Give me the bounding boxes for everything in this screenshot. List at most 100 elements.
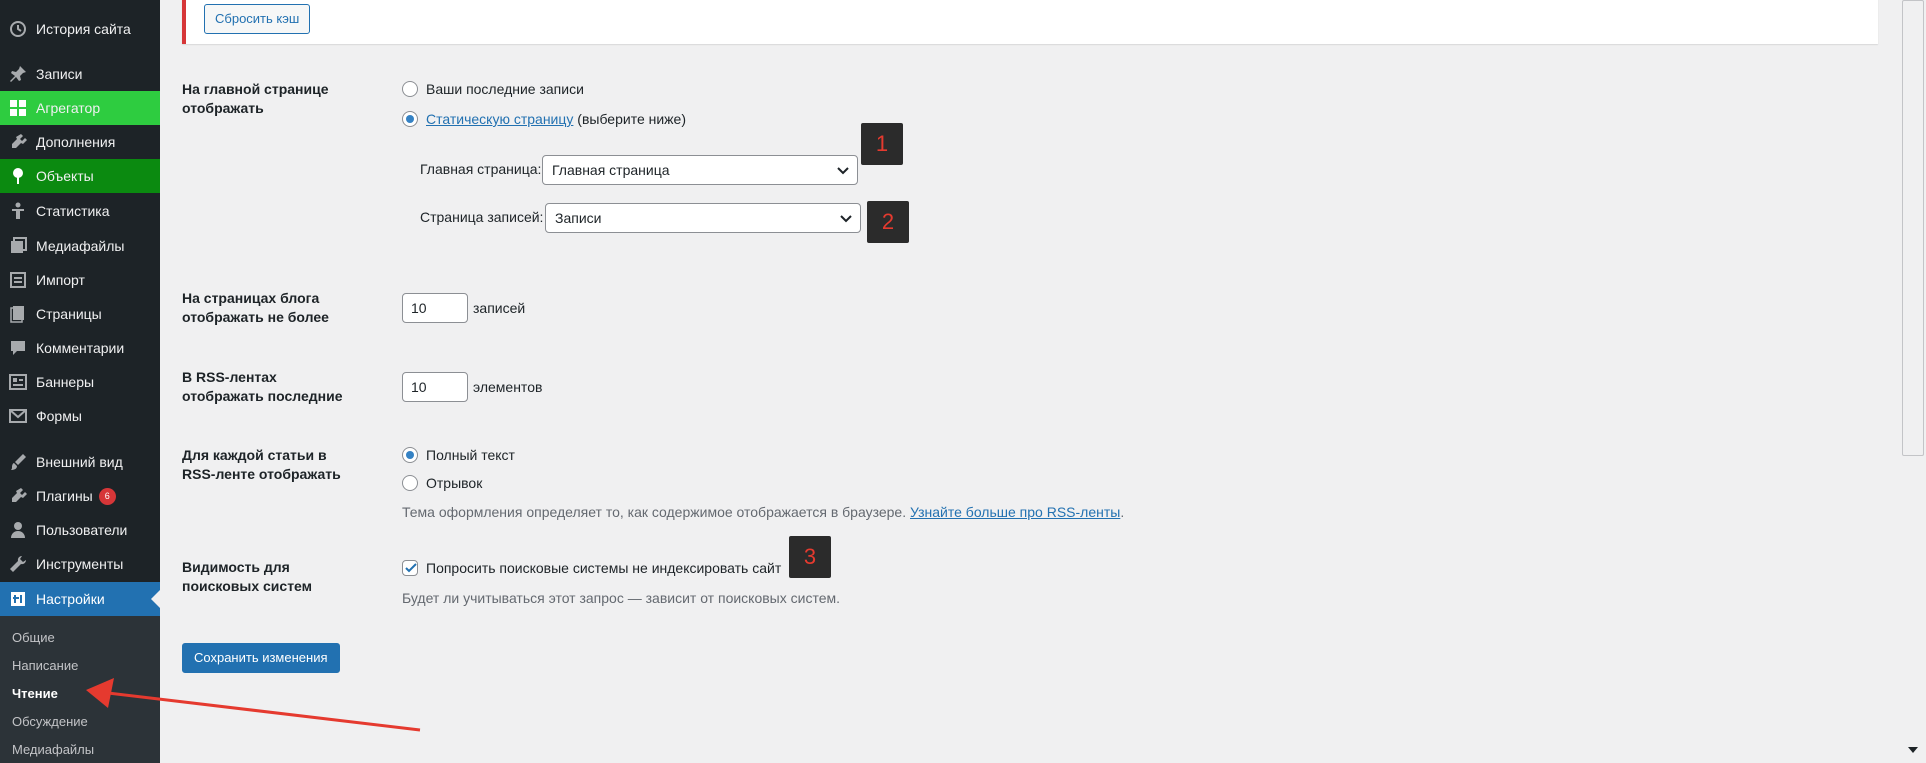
person-icon — [0, 201, 36, 221]
menu-posts[interactable]: Записи — [0, 57, 160, 91]
rss-description-end: . — [1120, 504, 1125, 520]
plugin-icon — [0, 486, 36, 506]
menu-stats[interactable]: Статистика — [0, 194, 160, 228]
menu-comments-label: Комментарии — [36, 340, 125, 356]
static-page-hint: (выберите ниже) — [577, 111, 686, 127]
menu-plugins-label: Плагины — [36, 488, 93, 504]
pages-icon — [0, 304, 36, 324]
menu-media[interactable]: Медиафайлы — [0, 229, 160, 263]
menu-pages[interactable]: Страницы — [0, 297, 160, 331]
search-visibility-label: Видимость для поисковых систем — [182, 559, 313, 594]
settings-icon — [0, 589, 36, 609]
menu-users-label: Пользователи — [36, 522, 128, 538]
menu-media-label: Медиафайлы — [36, 238, 125, 254]
static-page-link[interactable]: Статическую страницу — [426, 111, 573, 127]
menu-addons-label: Дополнения — [36, 134, 116, 150]
menu-appearance[interactable]: Внешний вид — [0, 445, 160, 479]
chevron-down-icon — [837, 167, 849, 175]
comment-icon — [0, 338, 36, 358]
media-icon — [0, 236, 36, 256]
blog-pages-label: На страницах блога отображать не более — [182, 290, 329, 325]
banner-icon — [0, 372, 36, 392]
mail-icon — [0, 406, 36, 426]
leaf-icon — [0, 166, 36, 186]
rss-content-label: Для каждой статьи в RSS-ленте отображать — [182, 447, 341, 482]
import-icon — [0, 270, 36, 290]
checkmark-icon — [405, 563, 417, 573]
posts-page-select[interactable]: Записи — [545, 203, 861, 233]
brush-icon — [0, 452, 36, 472]
menu-plugins[interactable]: Плагины 6 — [0, 479, 160, 513]
menu-objects[interactable]: Объекты — [0, 159, 160, 193]
front-page-select-value: Главная страница — [552, 162, 670, 178]
menu-objects-label: Объекты — [36, 168, 94, 184]
submenu-media[interactable]: Медиафайлы — [12, 742, 94, 757]
menu-settings-label: Настройки — [36, 591, 105, 607]
submenu-writing[interactable]: Написание — [12, 658, 78, 673]
menu-forms-label: Формы — [36, 408, 82, 424]
front-page-select[interactable]: Главная страница — [542, 155, 858, 185]
menu-banners[interactable]: Баннеры — [0, 365, 160, 399]
admin-sidebar: История сайта Записи Агрегатор Дополнени… — [0, 0, 160, 763]
static-page-option: Статическую страницу (выберите ниже) — [426, 110, 686, 128]
menu-posts-label: Записи — [36, 66, 83, 82]
search-visibility-description: Будет ли учитываться этот запрос — завис… — [402, 590, 841, 606]
menu-banners-label: Баннеры — [36, 374, 95, 390]
wrench-icon — [0, 554, 36, 574]
menu-addons[interactable]: Дополнения — [0, 125, 160, 159]
scrollbar-thumb[interactable] — [1902, 0, 1924, 456]
rss-items-unit: элементов — [473, 379, 543, 395]
static-page-radio[interactable] — [402, 111, 418, 127]
chevron-down-icon — [840, 215, 852, 223]
menu-aggregator[interactable]: Агрегатор — [0, 91, 160, 125]
menu-settings[interactable]: Настройки — [0, 582, 160, 616]
excerpt-label: Отрывок — [426, 475, 483, 491]
plugin-icon — [0, 132, 36, 152]
full-text-radio[interactable] — [402, 447, 418, 463]
submenu-general[interactable]: Общие — [12, 630, 55, 645]
menu-history[interactable]: История сайта — [0, 12, 160, 46]
menu-stats-label: Статистика — [36, 203, 110, 219]
rss-description: Тема оформления определяет то, как содер… — [402, 504, 1124, 520]
menu-aggregator-label: Агрегатор — [36, 100, 101, 116]
excerpt-radio[interactable] — [402, 475, 418, 491]
history-icon — [0, 19, 36, 39]
homepage-displays-label: На главной странице отображать — [182, 81, 329, 116]
menu-appearance-label: Внешний вид — [36, 454, 123, 470]
menu-import[interactable]: Импорт — [0, 263, 160, 297]
grid-icon — [0, 98, 36, 118]
plugins-update-badge: 6 — [98, 487, 116, 505]
menu-import-label: Импорт — [36, 272, 85, 288]
menu-tools-label: Инструменты — [36, 556, 124, 572]
submenu-reading[interactable]: Чтение — [12, 686, 58, 701]
menu-users[interactable]: Пользователи — [0, 513, 160, 547]
settings-submenu: Общие Написание Чтение Обсуждение Медиаф… — [0, 616, 160, 763]
discourage-search-label: Попросить поисковые системы не индексиро… — [426, 560, 782, 576]
posts-per-page-input[interactable]: 10 — [402, 293, 468, 323]
latest-posts-radio[interactable] — [402, 81, 418, 97]
menu-pages-label: Страницы — [36, 306, 102, 322]
pin-icon — [0, 64, 36, 84]
latest-posts-label: Ваши последние записи — [426, 81, 584, 97]
menu-forms[interactable]: Формы — [0, 399, 160, 433]
menu-history-label: История сайта — [36, 21, 131, 37]
marker-2: 2 — [867, 201, 909, 243]
marker-3: 3 — [789, 536, 831, 578]
posts-page-select-value: Записи — [555, 210, 602, 226]
rss-items-input[interactable]: 10 — [402, 372, 468, 402]
scroll-down-icon[interactable] — [1905, 743, 1921, 757]
posts-page-label: Страница записей: — [420, 209, 544, 225]
menu-tools[interactable]: Инструменты — [0, 547, 160, 581]
user-icon — [0, 520, 36, 540]
rss-description-text: Тема оформления определяет то, как содер… — [402, 504, 907, 520]
front-page-label: Главная страница: — [420, 161, 542, 177]
submenu-discussion[interactable]: Обсуждение — [12, 714, 88, 729]
reset-cache-button[interactable]: Сбросить кэш — [204, 4, 311, 34]
marker-1: 1 — [861, 123, 903, 165]
rss-items-label: В RSS-лентах отображать последние — [182, 369, 343, 404]
cache-notice: Сбросить кэш — [182, 0, 1878, 44]
save-changes-button[interactable]: Сохранить изменения — [182, 643, 340, 673]
discourage-search-checkbox[interactable] — [402, 560, 418, 576]
menu-comments[interactable]: Комментарии — [0, 331, 160, 365]
rss-learn-more-link[interactable]: Узнайте больше про RSS-ленты — [910, 504, 1120, 520]
